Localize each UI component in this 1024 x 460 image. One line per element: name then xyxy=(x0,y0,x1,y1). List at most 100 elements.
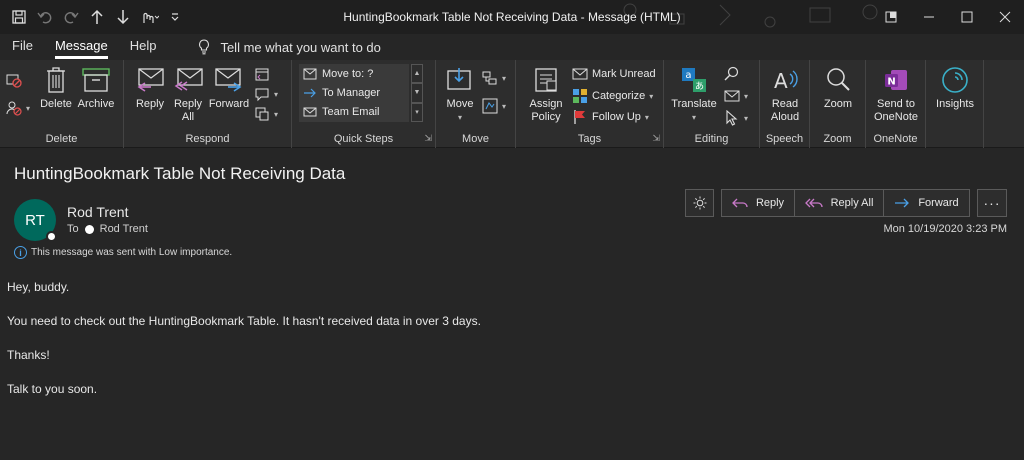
archive-button[interactable]: Archive xyxy=(76,64,116,111)
scroll-down-icon[interactable]: ▼ xyxy=(411,83,423,103)
ignore-button[interactable] xyxy=(6,70,22,90)
body-paragraph: You need to check out the HuntingBookmar… xyxy=(7,314,481,328)
svg-text:N: N xyxy=(887,77,895,88)
reply-ribbon-button[interactable]: Reply xyxy=(133,64,167,111)
more-actions-button[interactable]: ··· xyxy=(977,189,1007,217)
folder-move-icon xyxy=(303,68,317,79)
rules-button[interactable]: ▾ xyxy=(482,68,506,88)
read-aloud-icon: A xyxy=(769,64,801,96)
scroll-up-icon[interactable]: ▲ xyxy=(411,64,423,84)
message-subject: HuntingBookmark Table Not Receiving Data xyxy=(14,164,346,183)
tell-me-search[interactable]: Tell me what you want to do xyxy=(198,39,381,55)
save-icon[interactable] xyxy=(8,6,30,28)
mail-icon xyxy=(303,107,317,116)
dialog-launcher-icon[interactable]: ⇲ xyxy=(652,133,660,144)
presence-indicator xyxy=(46,231,57,242)
customize-icon[interactable] xyxy=(164,6,186,28)
avatar-initials: RT xyxy=(25,211,45,229)
gallery-more-icon[interactable]: ▾ xyxy=(411,102,423,122)
zoom-button[interactable]: Zoom xyxy=(820,64,856,111)
quick-step-label: To Manager xyxy=(322,86,381,99)
follow-up-button[interactable]: Follow Up ▾ xyxy=(572,107,649,127)
reply-all-button[interactable]: Reply All xyxy=(795,189,884,217)
quick-step-label: Move to: ? xyxy=(322,67,374,80)
zoom-group: Zoom Zoom xyxy=(810,60,866,148)
mark-unread-button[interactable]: Mark Unread xyxy=(572,64,656,84)
dialog-launcher-icon[interactable]: ⇲ xyxy=(424,133,432,144)
reply-icon xyxy=(134,64,166,96)
tags-group: Assign Policy Mark Unread Categorize ▾ F… xyxy=(516,60,664,148)
more-respond-button[interactable]: ▾ xyxy=(254,104,278,124)
theme-toggle-button[interactable] xyxy=(685,189,714,217)
quick-step-team-email[interactable]: Team Email xyxy=(299,102,409,121)
meeting-reply-button[interactable] xyxy=(254,64,270,84)
down-arrow-icon[interactable] xyxy=(112,6,134,28)
insights-button[interactable]: Insights xyxy=(933,64,977,111)
related-button[interactable]: ▾ xyxy=(724,86,748,106)
actions-icon xyxy=(482,98,498,114)
speech-group: A Read Aloud Speech xyxy=(760,60,810,148)
delete-button[interactable]: Delete xyxy=(40,64,72,111)
move-group-label: Move xyxy=(462,133,489,145)
svg-text:a: a xyxy=(685,70,691,81)
actions-button[interactable]: ▾ xyxy=(482,96,506,116)
ellipsis-icon: ··· xyxy=(983,195,1001,211)
move-button[interactable]: Move ▾ xyxy=(444,64,476,124)
recipient-name[interactable]: Rod Trent xyxy=(100,223,148,235)
zoom-label: Zoom xyxy=(823,98,853,110)
quick-steps-group-label: Quick Steps xyxy=(333,133,394,145)
send-to-onenote-button[interactable]: N Send to OneNote xyxy=(872,64,920,124)
importance-text: This message was sent with Low importanc… xyxy=(31,247,233,258)
move-label: Move xyxy=(446,98,474,110)
up-arrow-icon[interactable] xyxy=(86,6,108,28)
insights-group: Insights xyxy=(926,60,984,148)
speech-group-label: Speech xyxy=(765,133,804,145)
restore-pane-icon[interactable] xyxy=(872,0,910,34)
follow-up-label: Follow Up xyxy=(592,111,641,123)
message-timestamp: Mon 10/19/2020 3:23 PM xyxy=(883,223,1007,235)
to-label: To xyxy=(67,223,79,235)
redo-icon[interactable] xyxy=(60,6,82,28)
sun-icon xyxy=(693,196,706,210)
read-aloud-button[interactable]: A Read Aloud xyxy=(767,64,803,124)
junk-button[interactable]: ▾ xyxy=(6,98,30,118)
chevron-down-icon: ▾ xyxy=(644,112,649,122)
sender-name[interactable]: Rod Trent xyxy=(67,204,128,220)
reply-button[interactable]: Reply xyxy=(721,189,795,217)
editing-group: aあ Translate ▾ ▾ ▾ Editing xyxy=(664,60,760,148)
im-reply-button[interactable]: ▾ xyxy=(254,84,278,104)
translate-button[interactable]: aあ Translate ▾ xyxy=(670,64,718,124)
quick-steps-scroll: ▲ ▼ ▾ xyxy=(411,64,423,122)
tab-help[interactable]: Help xyxy=(130,34,157,60)
tab-message[interactable]: Message xyxy=(54,34,108,60)
assign-policy-label-line1: Assign xyxy=(529,98,563,110)
editing-group-label: Editing xyxy=(694,133,729,145)
quick-step-to-manager[interactable]: To Manager xyxy=(299,83,409,102)
maximize-icon[interactable] xyxy=(948,0,986,34)
lightbulb-icon xyxy=(199,39,210,55)
close-icon[interactable] xyxy=(986,0,1024,34)
assign-policy-button[interactable]: Assign Policy xyxy=(526,64,566,124)
forward-label: Forward xyxy=(208,98,250,110)
delete-label: Delete xyxy=(40,98,72,110)
ribbon-tabs: File Message Help Tell me what you want … xyxy=(0,34,1024,60)
reply-all-ribbon-button[interactable]: Reply All xyxy=(170,64,206,124)
minimize-icon[interactable] xyxy=(910,0,948,34)
chevron-down-icon: ▾ xyxy=(744,91,749,101)
respond-group-label: Respond xyxy=(185,133,230,145)
reply-all-button-label: Reply All xyxy=(830,197,874,209)
forward-icon xyxy=(213,64,245,96)
select-button[interactable]: ▾ xyxy=(724,108,748,128)
recipient-row: To Rod Trent xyxy=(67,223,148,235)
more-respond-icon xyxy=(254,106,270,122)
undo-icon[interactable] xyxy=(34,6,56,28)
categorize-button[interactable]: Categorize ▾ xyxy=(572,86,653,106)
move-group: Move ▾ ▾ ▾ Move xyxy=(436,60,516,148)
touch-mode-icon[interactable] xyxy=(138,6,160,28)
tab-file[interactable]: File xyxy=(12,34,33,60)
find-button[interactable] xyxy=(724,64,740,84)
forward-ribbon-button[interactable]: Forward xyxy=(208,64,250,111)
chevron-down-icon: ▾ xyxy=(502,101,507,111)
forward-button[interactable]: Forward xyxy=(884,189,970,217)
quick-step-move-to[interactable]: Move to: ? xyxy=(299,64,409,83)
